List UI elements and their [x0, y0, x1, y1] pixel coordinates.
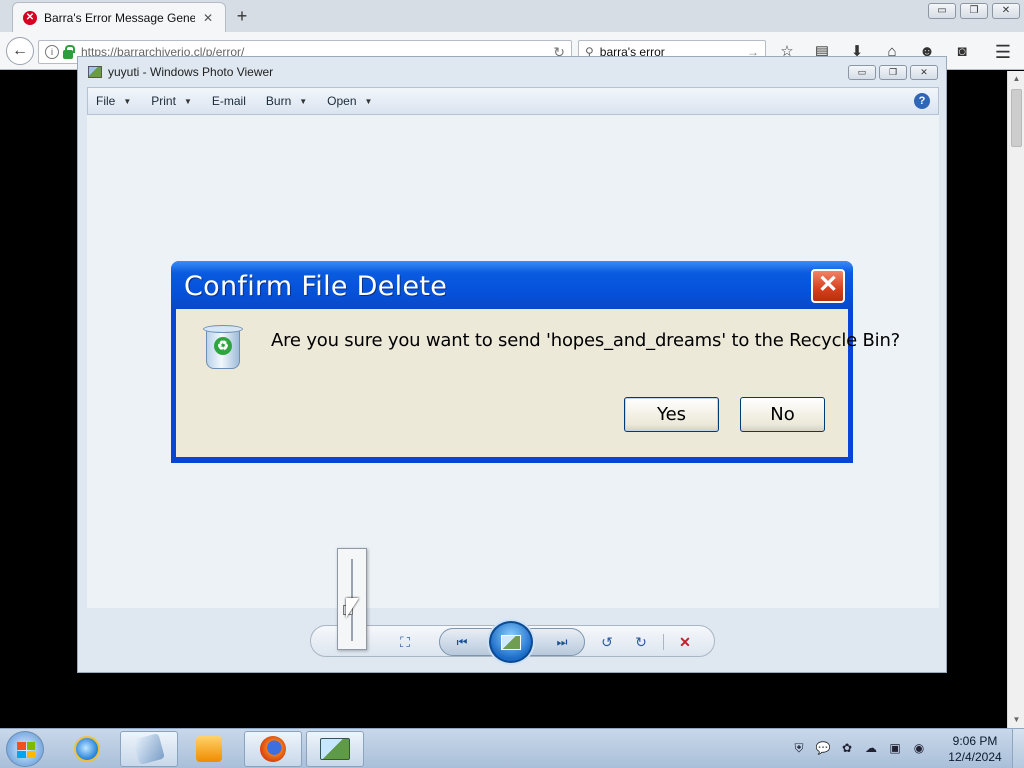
- recycle-symbol-icon: ♻: [214, 337, 232, 355]
- taskbar-photo-viewer[interactable]: [306, 731, 364, 767]
- recycle-bin-lid: [203, 325, 243, 333]
- new-tab-button[interactable]: +: [232, 6, 252, 26]
- slideshow-button[interactable]: [489, 621, 533, 663]
- scroll-down-icon[interactable]: ▼: [1008, 712, 1024, 728]
- photo-viewer-icon: [320, 738, 350, 760]
- yes-button[interactable]: Yes: [624, 397, 719, 432]
- system-tray: ⛨ 💬 ✿ ☁ ▣ ◉: [790, 739, 928, 757]
- confirm-delete-dialog: Confirm File Delete ✕ ♻ Are you sure you…: [171, 261, 900, 463]
- hamburger-menu-icon[interactable]: ☰: [992, 41, 1014, 63]
- scroll-up-icon[interactable]: ▲: [1008, 71, 1024, 87]
- actual-size-icon[interactable]: ⛶: [395, 632, 415, 652]
- photo-viewer-window-controls: ▭ ❐ ✕: [848, 65, 938, 80]
- photo-viewer-titlebar: yuyuti - Windows Photo Viewer: [78, 57, 946, 87]
- dialog-message: Are you sure you want to send 'hopes_and…: [271, 330, 901, 351]
- internet-explorer-icon: [74, 736, 100, 762]
- clock[interactable]: 9:06 PM 12/4/2024: [940, 733, 1010, 765]
- scrollbar-thumb[interactable]: [1011, 89, 1022, 147]
- error-icon: ✕: [23, 10, 37, 25]
- taskbar-ie[interactable]: [58, 731, 116, 767]
- cloud-icon[interactable]: ☁: [862, 739, 880, 757]
- rotate-right-icon[interactable]: ↻: [631, 632, 651, 652]
- window-title: yuyuti - Windows Photo Viewer: [108, 65, 274, 79]
- dropdown-caret-icon: ▼: [299, 96, 308, 106]
- rotate-left-icon[interactable]: ↺: [597, 632, 617, 652]
- dialog-close-button[interactable]: ✕: [811, 269, 845, 303]
- puzzle-icon[interactable]: ✿: [838, 739, 856, 757]
- previous-icon[interactable]: ⏮: [452, 633, 472, 651]
- media-player-icon: [196, 736, 222, 762]
- menu-label: File: [96, 94, 116, 108]
- no-button[interactable]: No: [740, 397, 825, 432]
- network-icon[interactable]: ▣: [886, 739, 904, 757]
- dialog-title: Confirm File Delete: [184, 271, 448, 302]
- clock-date: 12/4/2024: [948, 750, 1002, 764]
- menu-label: Open: [327, 94, 357, 108]
- show-desktop-button[interactable]: [1012, 729, 1024, 768]
- recycle-bin-icon: ♻: [202, 323, 243, 369]
- slideshow-icon: [501, 635, 521, 650]
- control-divider: [663, 634, 664, 650]
- dropdown-caret-icon: ▼: [364, 96, 373, 106]
- start-button[interactable]: [6, 731, 44, 767]
- pv-maximize-button[interactable]: ❐: [879, 65, 907, 80]
- playback-controls: ⛶ ⏮ ⏭ ↺ ↻ ✕: [310, 621, 715, 663]
- menu-label: E-mail: [211, 94, 246, 108]
- dialog-body: ♻ Are you sure you want to send 'hopes_a…: [176, 309, 900, 457]
- site-info-icon[interactable]: i: [45, 45, 59, 59]
- windows-logo-icon: [17, 742, 35, 758]
- tab-title: Barra's Error Message Gene...: [44, 10, 195, 25]
- taskbar-media-player[interactable]: [180, 731, 238, 767]
- close-button[interactable]: ✕: [992, 3, 1020, 19]
- taskbar-firefox[interactable]: [244, 731, 302, 767]
- menu-email[interactable]: E-mail: [212, 94, 246, 108]
- taskbar-explorer[interactable]: [120, 731, 178, 767]
- tab-close-icon[interactable]: ✕: [201, 11, 215, 25]
- dropdown-caret-icon: ▼: [183, 96, 192, 106]
- menu-label: Print: [151, 94, 176, 108]
- dropdown-caret-icon: ▼: [123, 96, 132, 106]
- delete-icon[interactable]: ✕: [675, 632, 695, 652]
- pv-minimize-button[interactable]: ▭: [848, 65, 876, 80]
- taskbar: ⛨ 💬 ✿ ☁ ▣ ◉ 9:06 PM 12/4/2024: [0, 728, 1024, 768]
- minimize-button[interactable]: ▭: [928, 3, 956, 19]
- chat-bubble-icon[interactable]: 💬: [814, 739, 832, 757]
- photo-viewer-menubar: File ▼ Print ▼ E-mail Burn ▼ Open ▼ ?: [87, 87, 939, 115]
- browser-tab[interactable]: ✕ Barra's Error Message Gene... ✕: [12, 2, 226, 32]
- dialog-titlebar: Confirm File Delete ✕: [171, 261, 853, 309]
- pv-close-button[interactable]: ✕: [910, 65, 938, 80]
- menu-open[interactable]: Open ▼: [327, 94, 372, 108]
- volume-icon[interactable]: ◉: [910, 739, 928, 757]
- disk-icon: [133, 733, 165, 765]
- menu-print[interactable]: Print ▼: [151, 94, 192, 108]
- photo-viewer-icon: [88, 66, 102, 78]
- lock-icon: [63, 44, 75, 59]
- back-arrow-icon: ←: [12, 42, 28, 59]
- clock-time: 9:06 PM: [952, 734, 998, 748]
- menu-label: Burn: [265, 94, 292, 108]
- browser-window-controls: ▭ ❐ ✕: [928, 3, 1020, 19]
- back-button[interactable]: ←: [6, 37, 34, 65]
- restore-button[interactable]: ❐: [960, 3, 988, 19]
- next-icon[interactable]: ⏭: [552, 633, 572, 651]
- menu-burn[interactable]: Burn ▼: [266, 94, 307, 108]
- firefox-icon: [260, 736, 286, 762]
- pocket-icon[interactable]: ◙: [951, 41, 973, 63]
- security-shield-icon[interactable]: ⛨: [790, 739, 808, 757]
- help-icon[interactable]: ?: [914, 93, 930, 109]
- page-scrollbar[interactable]: ▲ ▼: [1007, 71, 1024, 728]
- browser-titlebar: ✕ Barra's Error Message Gene... ✕ + ▭ ❐ …: [0, 0, 1024, 32]
- mouse-cursor-icon: [346, 598, 359, 618]
- menu-file[interactable]: File ▼: [96, 94, 131, 108]
